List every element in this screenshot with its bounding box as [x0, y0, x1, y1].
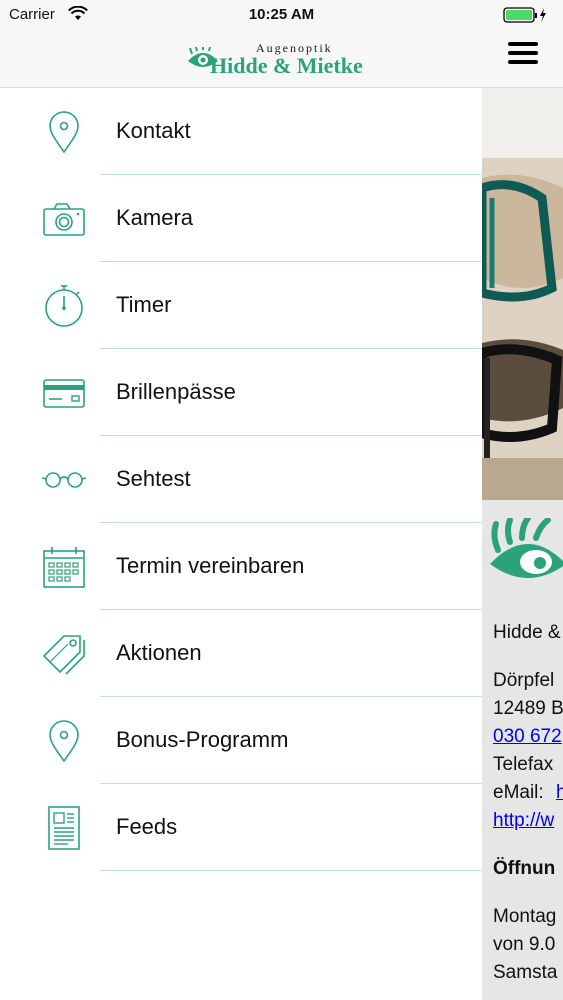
hours-heading: Öffnun [493, 858, 556, 879]
menu-item-timer[interactable]: Timer [0, 262, 482, 349]
menu-item-termin[interactable]: Termin vereinbaren [0, 523, 482, 610]
menu-item-feeds[interactable]: Feeds [0, 784, 482, 871]
address-line: 12489 B [493, 698, 563, 719]
phone-link[interactable]: 030 672 [493, 726, 562, 748]
menu-item-label: Bonus-Programm [116, 727, 289, 752]
menu-item-bonus-programm[interactable]: Bonus-Programm [0, 697, 482, 784]
brand-logo: Augenoptik Hidde & Mietke [186, 41, 386, 81]
tags-icon [42, 635, 85, 675]
shop-name: Hidde & [493, 622, 561, 643]
background-page[interactable]: Hidde & Dörpfel 12489 B 030 672 Telefax … [482, 88, 563, 1000]
website-link[interactable]: http://w [493, 810, 554, 832]
stopwatch-icon [45, 285, 83, 327]
status-bar: Carrier 10:25 AM [0, 0, 563, 30]
menu-item-label: Brillenpässe [116, 379, 236, 404]
fax-label: Telefax [493, 754, 554, 775]
hours-line: Samsta [493, 962, 558, 983]
side-drawer: Kontakt Kamera Timer Brillenpässe Sehtes… [0, 88, 482, 1000]
contact-section: Hidde & Dörpfel 12489 B 030 672 Telefax … [482, 500, 563, 1000]
glasses-photo [482, 88, 563, 500]
clock: 10:25 AM [248, 6, 315, 23]
logo-title: Hidde & Mietke [210, 53, 363, 78]
menu-item-label: Termin vereinbaren [116, 553, 305, 578]
email-label: eMail: [493, 782, 544, 803]
hours-line: von 9.0 [493, 934, 556, 955]
menu-item-label: Aktionen [116, 640, 202, 665]
hours-line: Montag [493, 906, 557, 927]
menu-item-kontakt[interactable]: Kontakt [0, 88, 482, 175]
app-header: Augenoptik Hidde & Mietke [0, 30, 563, 88]
menu-item-kamera[interactable]: Kamera [0, 175, 482, 262]
divider [100, 870, 482, 871]
menu-item-label: Kontakt [116, 118, 191, 143]
location-pin-icon [49, 111, 79, 154]
location-pin-icon [49, 720, 79, 763]
menu-item-brillenpaesse[interactable]: Brillenpässe [0, 349, 482, 436]
menu-item-label: Sehtest [116, 466, 191, 491]
document-icon [48, 806, 80, 850]
menu-item-sehtest[interactable]: Sehtest [0, 436, 482, 523]
card-icon [43, 379, 85, 408]
hamburger-line [508, 51, 538, 55]
menu-button[interactable] [508, 42, 538, 68]
menu-item-label: Timer [116, 292, 172, 317]
eye-logo-icon [490, 518, 563, 578]
email-link[interactable]: h [556, 782, 563, 804]
menu-item-aktionen[interactable]: Aktionen [0, 610, 482, 697]
battery-icon [503, 7, 546, 23]
menu-item-label: Kamera [116, 205, 194, 230]
menu-item-label: Feeds [116, 814, 178, 839]
glasses-icon [41, 472, 87, 488]
camera-icon [43, 203, 85, 236]
hamburger-line [508, 42, 538, 46]
calendar-icon [43, 547, 85, 588]
address-line: Dörpfel [493, 670, 555, 691]
hamburger-line [508, 60, 538, 64]
